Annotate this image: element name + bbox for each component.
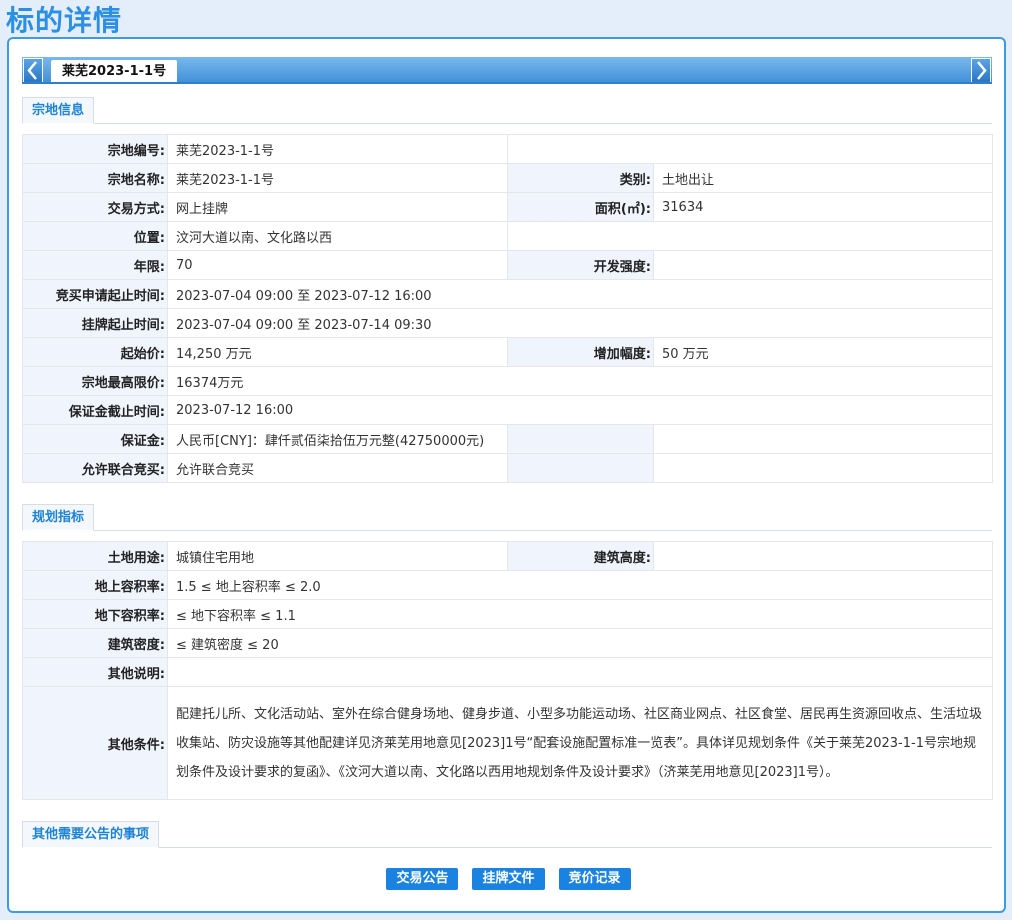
table-row: 位置: 汶河大道以南、文化路以西	[22, 221, 993, 251]
other-note-value	[167, 657, 993, 687]
other-conditions-value: 配建托儿所、文化活动站、室外在综合健身场地、健身步道、小型多功能运动场、社区商业…	[167, 686, 993, 800]
table-row: 交易方式: 网上挂牌 面积(㎡): 31634	[22, 192, 993, 222]
joint-bid-value: 允许联合竞买	[167, 453, 508, 483]
table-row: 土地用途: 城镇住宅用地 建筑高度:	[22, 541, 993, 571]
table-row: 保证金: 人民币[CNY]：肆仟贰佰柒拾伍万元整(42750000元)	[22, 424, 993, 454]
empty-cell	[507, 134, 993, 164]
area-label: 面积(㎡):	[507, 192, 654, 222]
other-note-label: 其他说明:	[22, 657, 168, 687]
max-price-label: 宗地最高限价:	[22, 366, 168, 396]
empty-label-cell	[507, 424, 654, 454]
table-row: 宗地编号: 莱芜2023-1-1号	[22, 134, 993, 164]
table-row: 其他说明:	[22, 657, 993, 687]
trade-mode-label: 交易方式:	[22, 192, 168, 222]
far-above-label: 地上容积率:	[22, 570, 168, 600]
start-price-value: 14,250 万元	[167, 337, 508, 367]
parcel-no-value: 莱芜2023-1-1号	[167, 134, 508, 164]
location-value: 汶河大道以南、文化路以西	[167, 221, 508, 251]
apply-period-value: 2023-07-04 09:00 至 2023-07-12 16:00	[167, 279, 993, 309]
intensity-value	[653, 250, 993, 280]
table-row: 宗地最高限价: 16374万元	[22, 366, 993, 396]
apply-period-label: 竞买申请起止时间:	[22, 279, 168, 309]
table-row: 年限: 70 开发强度:	[22, 250, 993, 280]
bid-records-button[interactable]: 竞价记录	[558, 868, 631, 890]
page-title: 标的详情	[6, 4, 123, 37]
term-label: 年限:	[22, 250, 168, 280]
announcement-button[interactable]: 交易公告	[386, 868, 459, 890]
listing-period-value: 2023-07-04 09:00 至 2023-07-14 09:30	[167, 308, 993, 338]
listing-period-label: 挂牌起止时间:	[22, 308, 168, 338]
chevron-left-icon[interactable]	[23, 58, 43, 83]
height-value	[653, 541, 993, 571]
category-label: 类别:	[507, 163, 654, 193]
section-header-planning: 规划指标	[22, 504, 992, 531]
empty-cell	[653, 453, 993, 483]
far-below-label: 地下容积率:	[22, 599, 168, 629]
section-tab-land-info[interactable]: 宗地信息	[22, 97, 95, 124]
deposit-deadline-label: 保证金截止时间:	[22, 395, 168, 425]
parcel-no-label: 宗地编号:	[22, 134, 168, 164]
joint-bid-label: 允许联合竞买:	[22, 453, 168, 483]
deposit-label: 保证金:	[22, 424, 168, 454]
empty-label-cell	[507, 453, 654, 483]
chevron-right-icon[interactable]	[971, 58, 991, 83]
area-value: 31634	[653, 192, 993, 222]
deposit-deadline-value: 2023-07-12 16:00	[167, 395, 993, 425]
parcel-name-value: 莱芜2023-1-1号	[167, 163, 508, 193]
parcel-name-label: 宗地名称:	[22, 163, 168, 193]
action-buttons: 交易公告 挂牌文件 竞价记录	[9, 868, 1008, 890]
empty-cell	[653, 424, 993, 454]
density-label: 建筑密度:	[22, 628, 168, 658]
listing-docs-button[interactable]: 挂牌文件	[472, 868, 545, 890]
deposit-value: 人民币[CNY]：肆仟贰佰柒拾伍万元整(42750000元)	[167, 424, 508, 454]
planning-table: 土地用途: 城镇住宅用地 建筑高度: 地上容积率: 1.5 ≤ 地上容积率 ≤ …	[22, 541, 993, 800]
tab-bar-underline	[22, 82, 992, 84]
trade-mode-value: 网上挂牌	[167, 192, 508, 222]
empty-cell	[507, 221, 993, 251]
section-tab-other-notice[interactable]: 其他需要公告的事项	[22, 821, 160, 848]
table-row: 建筑密度: ≤ 建筑密度 ≤ 20	[22, 628, 993, 658]
table-row: 其他条件: 配建托儿所、文化活动站、室外在综合健身场地、健身步道、小型多功能运动…	[22, 686, 993, 800]
table-row: 宗地名称: 莱芜2023-1-1号 类别: 土地出让	[22, 163, 993, 193]
increment-value: 50 万元	[653, 337, 993, 367]
location-label: 位置:	[22, 221, 168, 251]
section-tab-planning[interactable]: 规划指标	[22, 504, 95, 531]
density-value: ≤ 建筑密度 ≤ 20	[167, 628, 993, 658]
table-row: 起始价: 14,250 万元 增加幅度: 50 万元	[22, 337, 993, 367]
land-info-table: 宗地编号: 莱芜2023-1-1号 宗地名称: 莱芜2023-1-1号 类别: …	[22, 134, 993, 483]
table-row: 竞买申请起止时间: 2023-07-04 09:00 至 2023-07-12 …	[22, 279, 993, 309]
max-price-value: 16374万元	[167, 366, 993, 396]
land-use-label: 土地用途:	[22, 541, 168, 571]
height-label: 建筑高度:	[507, 541, 654, 571]
intensity-label: 开发强度:	[507, 250, 654, 280]
far-above-value: 1.5 ≤ 地上容积率 ≤ 2.0	[167, 570, 993, 600]
table-row: 保证金截止时间: 2023-07-12 16:00	[22, 395, 993, 425]
table-row: 挂牌起止时间: 2023-07-04 09:00 至 2023-07-14 09…	[22, 308, 993, 338]
table-row: 地上容积率: 1.5 ≤ 地上容积率 ≤ 2.0	[22, 570, 993, 600]
start-price-label: 起始价:	[22, 337, 168, 367]
section-header-other-notice: 其他需要公告的事项	[22, 821, 992, 848]
category-value: 土地出让	[653, 163, 993, 193]
tab-parcel[interactable]: 莱芜2023-1-1号	[51, 60, 178, 84]
land-use-value: 城镇住宅用地	[167, 541, 508, 571]
tab-bar: 莱芜2023-1-1号	[22, 57, 992, 84]
term-value: 70	[167, 250, 508, 280]
other-conditions-label: 其他条件:	[22, 686, 168, 800]
increment-label: 增加幅度:	[507, 337, 654, 367]
detail-panel: 莱芜2023-1-1号 宗地信息 宗地编号: 莱芜2023-1-1号 宗地名称:…	[7, 37, 1006, 913]
section-header-land-info: 宗地信息	[22, 97, 992, 124]
far-below-value: ≤ 地下容积率 ≤ 1.1	[167, 599, 993, 629]
table-row: 地下容积率: ≤ 地下容积率 ≤ 1.1	[22, 599, 993, 629]
table-row: 允许联合竞买: 允许联合竞买	[22, 453, 993, 483]
